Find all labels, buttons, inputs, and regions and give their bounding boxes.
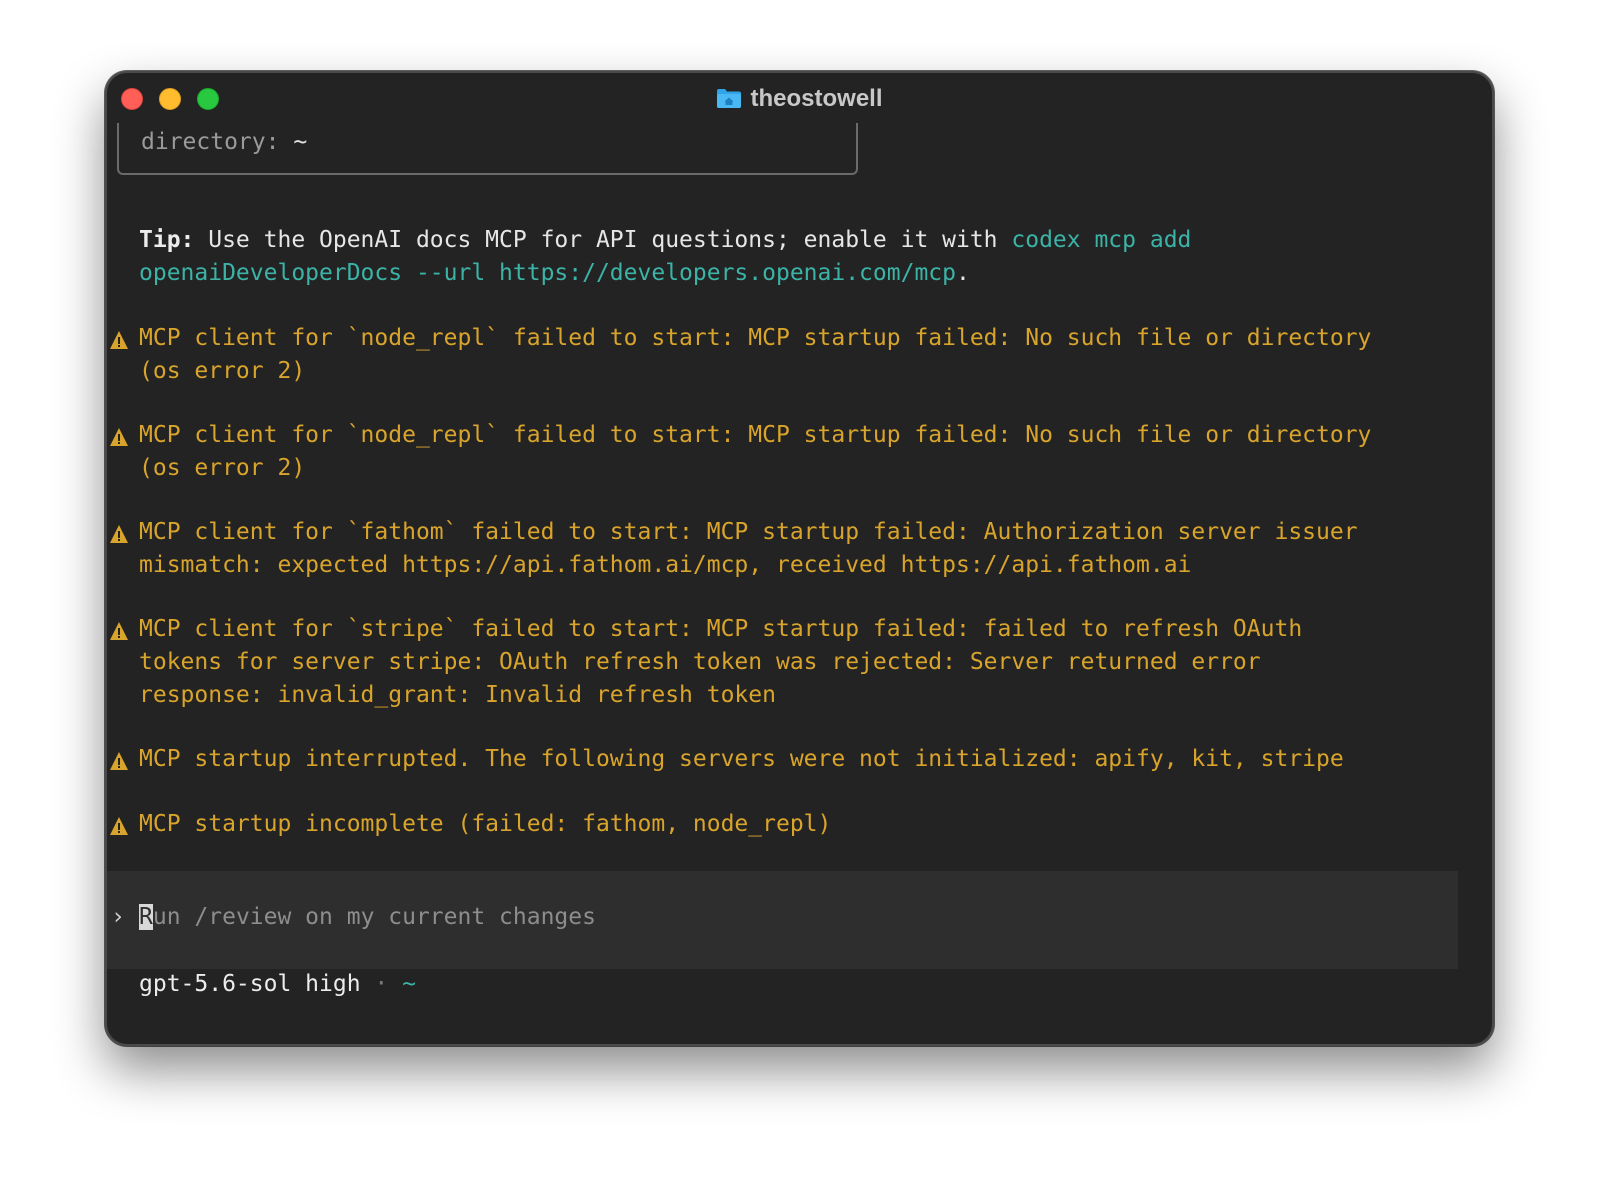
placeholder-text: un /review on my current changes — [152, 904, 596, 930]
warning-icon — [110, 331, 128, 349]
session-info-box: directory: ~ — [117, 123, 858, 175]
warning-line: MCP client for `fathom` failed to start:… — [139, 519, 1358, 545]
terminal-window: theostowell directory: ~ Tip: Use the Op… — [105, 71, 1494, 1046]
window-title: theostowell — [107, 84, 1492, 114]
warning-line: (os error 2) — [139, 358, 306, 384]
tip-line-1: Tip: Use the OpenAI docs MCP for API que… — [139, 224, 1191, 257]
warning-line: mismatch: expected https://api.fathom.ai… — [139, 552, 1192, 578]
warning-icon — [110, 752, 128, 770]
tip-text: Use the OpenAI docs MCP for API question… — [194, 227, 1012, 253]
title-bar[interactable]: theostowell — [107, 73, 1492, 125]
warning-line: tokens for server stripe: OAuth refresh … — [139, 649, 1261, 675]
prompt-chevron-icon: › — [111, 904, 125, 930]
status-bar: gpt-5.6-sol high · ~ — [139, 968, 416, 1001]
directory-label: directory: — [141, 129, 280, 155]
warning-line: response: invalid_grant: Invalid refresh… — [139, 682, 776, 708]
warning-line: MCP startup interrupted. The following s… — [139, 746, 1344, 772]
tip-line-2: openaiDeveloperDocs --url https://develo… — [139, 257, 970, 290]
prompt-input[interactable]: › Run /review on my current changes — [107, 871, 1458, 969]
warning-line: MCP client for `node_repl` failed to sta… — [139, 422, 1372, 448]
warning-line: MCP client for `stripe` failed to start:… — [139, 616, 1303, 642]
warning-line: MCP startup incomplete (failed: fathom, … — [139, 811, 832, 837]
status-separator: · — [374, 971, 389, 997]
tip-end: . — [955, 260, 970, 286]
warning-icon — [110, 622, 128, 640]
model-label: gpt-5.6-sol high — [139, 971, 361, 997]
status-directory: ~ — [402, 971, 416, 997]
tip-command-part1: codex mcp add — [1011, 227, 1192, 253]
tip-command-part2: openaiDeveloperDocs --url https://develo… — [139, 260, 956, 286]
tip-label: Tip: — [139, 227, 195, 253]
prompt-placeholder[interactable]: Run /review on my current changes — [139, 901, 596, 934]
directory-value: ~ — [293, 129, 308, 155]
warning-icon — [110, 428, 128, 446]
warning-icon — [110, 817, 128, 835]
folder-icon — [717, 89, 742, 108]
window-title-text: theostowell — [750, 85, 883, 112]
warning-line: MCP client for `node_repl` failed to sta… — [139, 325, 1372, 351]
text-cursor: R — [139, 904, 153, 930]
warning-line: (os error 2) — [139, 455, 306, 481]
directory-line: directory: ~ — [141, 129, 307, 155]
warning-icon — [110, 525, 128, 543]
